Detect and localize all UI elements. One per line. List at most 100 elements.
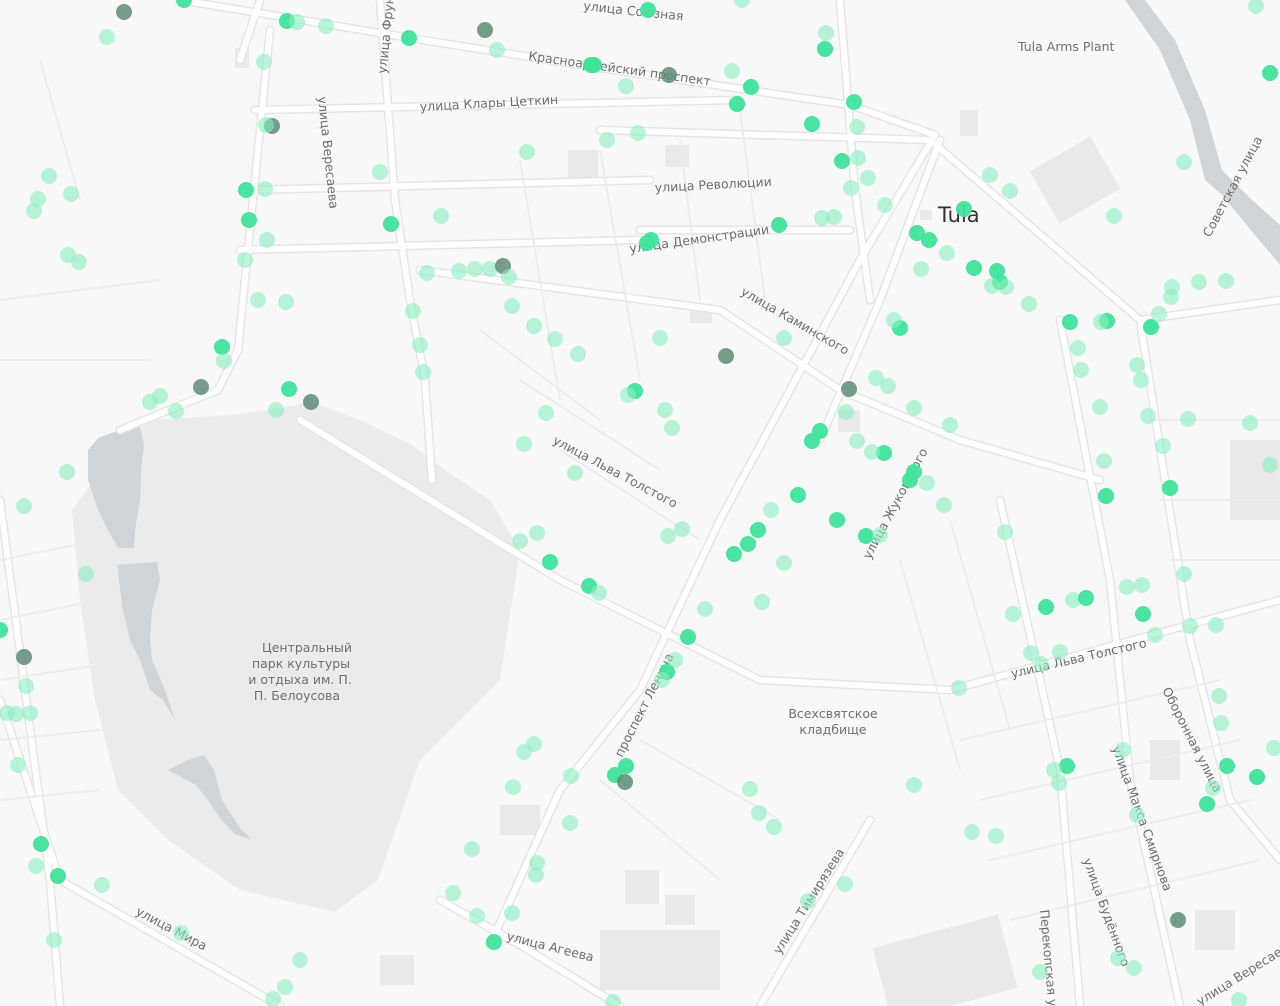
transit-stop-marker[interactable] — [1249, 769, 1265, 785]
transit-stop-marker[interactable] — [1180, 411, 1196, 427]
transit-stop-marker[interactable] — [63, 186, 79, 202]
transit-stop-marker[interactable] — [8, 706, 24, 722]
transit-stop-marker[interactable] — [250, 292, 266, 308]
transit-stop-marker[interactable] — [790, 487, 806, 503]
transit-stop-marker[interactable] — [168, 403, 184, 419]
transit-stop-marker[interactable] — [1096, 453, 1112, 469]
transit-stop-marker[interactable] — [951, 680, 967, 696]
transit-stop-marker[interactable] — [1140, 408, 1156, 424]
transit-stop-marker[interactable] — [1213, 715, 1229, 731]
transit-stop-marker[interactable] — [256, 54, 272, 70]
transit-stop-marker[interactable] — [846, 94, 862, 110]
transit-stop-marker[interactable] — [964, 824, 980, 840]
transit-stop-marker[interactable] — [729, 96, 745, 112]
transit-stop-marker[interactable] — [289, 14, 305, 30]
transit-stop-marker[interactable] — [906, 777, 922, 793]
transit-stop-marker[interactable] — [1119, 579, 1135, 595]
transit-stop-marker[interactable] — [486, 934, 502, 950]
transit-stop-marker[interactable] — [997, 524, 1013, 540]
transit-stop-marker[interactable] — [652, 330, 668, 346]
transit-stop-marker[interactable] — [754, 594, 770, 610]
transit-stop-marker[interactable] — [1262, 65, 1278, 81]
transit-stop-marker[interactable] — [563, 768, 579, 784]
transit-stop-marker[interactable] — [1133, 372, 1149, 388]
transit-stop-marker[interactable] — [1205, 780, 1221, 796]
transit-stop-marker[interactable] — [724, 63, 740, 79]
transit-stop-marker[interactable] — [238, 182, 254, 198]
transit-stop-marker[interactable] — [906, 400, 922, 416]
transit-stop-marker[interactable] — [1002, 183, 1018, 199]
transit-stop-marker[interactable] — [743, 79, 759, 95]
transit-stop-marker[interactable] — [173, 925, 189, 941]
transit-stop-marker[interactable] — [988, 828, 1004, 844]
transit-stop-marker[interactable] — [259, 232, 275, 248]
transit-stop-marker[interactable] — [489, 42, 505, 58]
transit-stop-marker[interactable] — [1032, 964, 1048, 980]
transit-stop-marker[interactable] — [1218, 273, 1234, 289]
transit-stop-marker[interactable] — [477, 22, 493, 38]
transit-stop-marker[interactable] — [412, 337, 428, 353]
transit-stop-marker[interactable] — [740, 536, 756, 552]
transit-stop-marker[interactable] — [10, 757, 26, 773]
transit-stop-marker[interactable] — [1021, 296, 1037, 312]
transit-stop-marker[interactable] — [763, 502, 779, 518]
transit-stop-marker[interactable] — [966, 260, 982, 276]
transit-stop-marker[interactable] — [1051, 775, 1067, 791]
transit-stop-marker[interactable] — [99, 29, 115, 45]
transit-stop-marker[interactable] — [630, 125, 646, 141]
transit-stop-marker[interactable] — [750, 522, 766, 538]
transit-stop-marker[interactable] — [383, 216, 399, 232]
transit-stop-marker[interactable] — [542, 554, 558, 570]
transit-stop-marker[interactable] — [1093, 314, 1109, 330]
transit-stop-marker[interactable] — [841, 381, 857, 397]
transit-stop-marker[interactable] — [59, 464, 75, 480]
transit-stop-marker[interactable] — [726, 546, 742, 562]
transit-stop-marker[interactable] — [1134, 577, 1150, 593]
transit-stop-marker[interactable] — [860, 170, 876, 186]
transit-stop-marker[interactable] — [116, 4, 132, 20]
transit-stop-marker[interactable] — [1199, 796, 1215, 812]
transit-stop-marker[interactable] — [505, 779, 521, 795]
transit-stop-marker[interactable] — [1033, 656, 1049, 672]
transit-stop-marker[interactable] — [1162, 480, 1178, 496]
transit-stop-marker[interactable] — [838, 404, 854, 420]
transit-stop-marker[interactable] — [1092, 399, 1108, 415]
transit-stop-marker[interactable] — [998, 279, 1014, 295]
transit-stop-marker[interactable] — [1182, 618, 1198, 634]
transit-stop-marker[interactable] — [570, 346, 586, 362]
transit-stop-marker[interactable] — [405, 303, 421, 319]
transit-stop-marker[interactable] — [657, 402, 673, 418]
transit-stop-marker[interactable] — [902, 472, 918, 488]
transit-stop-marker[interactable] — [850, 150, 866, 166]
transit-stop-marker[interactable] — [1005, 606, 1021, 622]
transit-stop-marker[interactable] — [1106, 208, 1122, 224]
transit-stop-marker[interactable] — [643, 232, 659, 248]
transit-stop-marker[interactable] — [16, 649, 32, 665]
transit-stop-marker[interactable] — [401, 30, 417, 46]
transit-stop-marker[interactable] — [467, 261, 483, 277]
transit-stop-marker[interactable] — [22, 705, 38, 721]
transit-stop-marker[interactable] — [237, 252, 253, 268]
transit-stop-marker[interactable] — [826, 209, 842, 225]
transit-stop-marker[interactable] — [278, 294, 294, 310]
transit-stop-marker[interactable] — [512, 533, 528, 549]
transit-stop-marker[interactable] — [1164, 279, 1180, 295]
transit-stop-marker[interactable] — [919, 475, 935, 491]
transit-stop-marker[interactable] — [1151, 306, 1167, 322]
transit-stop-marker[interactable] — [936, 497, 952, 513]
transit-stop-marker[interactable] — [939, 245, 955, 261]
transit-stop-marker[interactable] — [680, 629, 696, 645]
transit-stop-marker[interactable] — [372, 164, 388, 180]
transit-stop-marker[interactable] — [1038, 599, 1054, 615]
transit-stop-marker[interactable] — [562, 815, 578, 831]
transit-stop-marker[interactable] — [877, 197, 893, 213]
transit-stop-marker[interactable] — [1147, 627, 1163, 643]
transit-stop-marker[interactable] — [942, 417, 958, 433]
transit-stop-marker[interactable] — [1129, 807, 1145, 823]
transit-stop-marker[interactable] — [1070, 340, 1086, 356]
transit-stop-marker[interactable] — [50, 868, 66, 884]
transit-stop-marker[interactable] — [16, 498, 32, 514]
transit-stop-marker[interactable] — [216, 353, 232, 369]
transit-stop-marker[interactable] — [742, 781, 758, 797]
transit-stop-marker[interactable] — [618, 758, 634, 774]
